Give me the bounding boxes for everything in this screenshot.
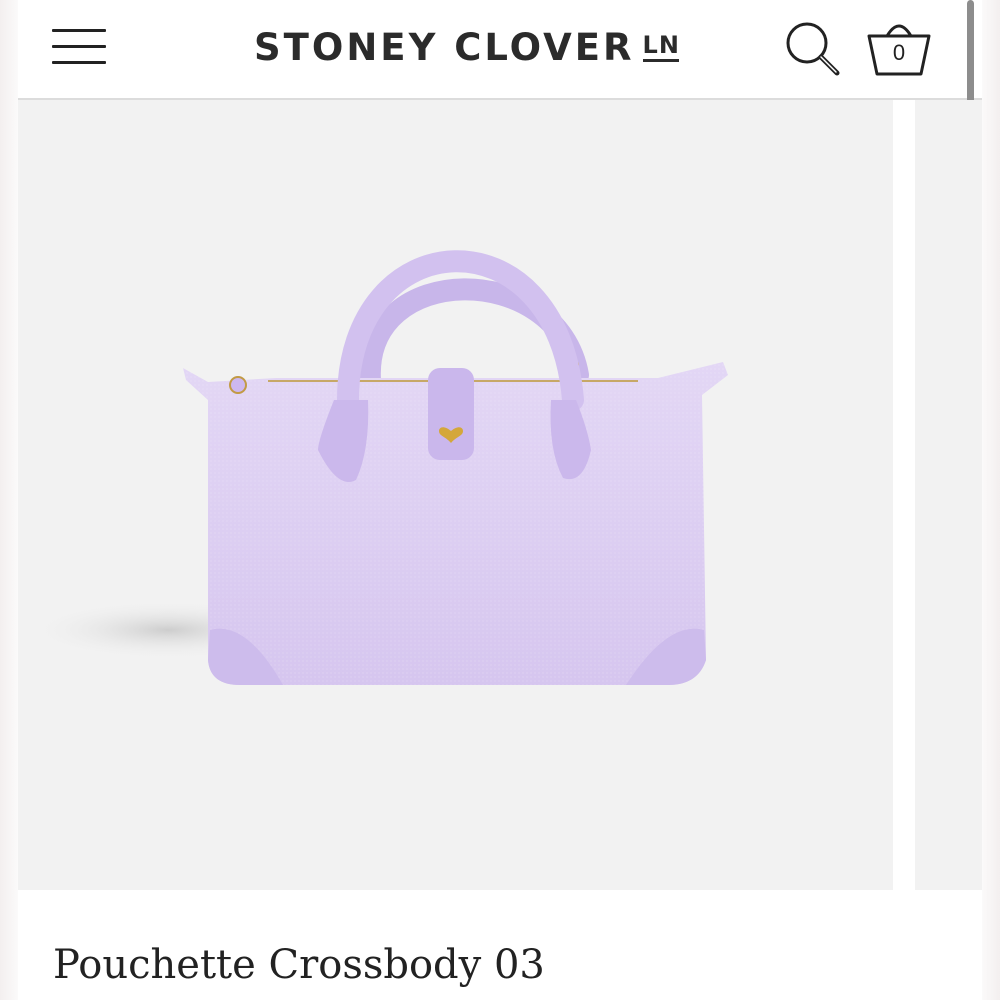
cart-button[interactable]: 0 bbox=[864, 14, 934, 80]
product-title: Pouchette Crossbody 03 bbox=[53, 942, 545, 988]
cart-count: 0 bbox=[892, 40, 906, 65]
brand-logo[interactable]: STONEY CLOVER LN bbox=[254, 22, 680, 72]
brand-mark: LN bbox=[643, 33, 680, 62]
brand-mark-underline bbox=[643, 58, 680, 62]
product-info: Pouchette Crossbody 03 bbox=[18, 890, 982, 1000]
search-button[interactable] bbox=[782, 18, 842, 78]
site-header: STONEY CLOVER LN 0 bbox=[18, 0, 982, 100]
search-icon bbox=[786, 22, 840, 76]
product-image bbox=[28, 250, 728, 685]
brand-name: STONEY CLOVER bbox=[254, 25, 635, 69]
left-edge bbox=[0, 0, 18, 1000]
product-image-gallery[interactable] bbox=[18, 100, 893, 890]
menu-button[interactable] bbox=[52, 26, 108, 66]
product-page: STONEY CLOVER LN 0 Pouchette Crossbody 0… bbox=[0, 0, 1000, 1000]
brand-mark-text: LN bbox=[642, 30, 680, 59]
next-image-preview[interactable] bbox=[915, 100, 982, 890]
right-edge bbox=[982, 0, 1000, 1000]
